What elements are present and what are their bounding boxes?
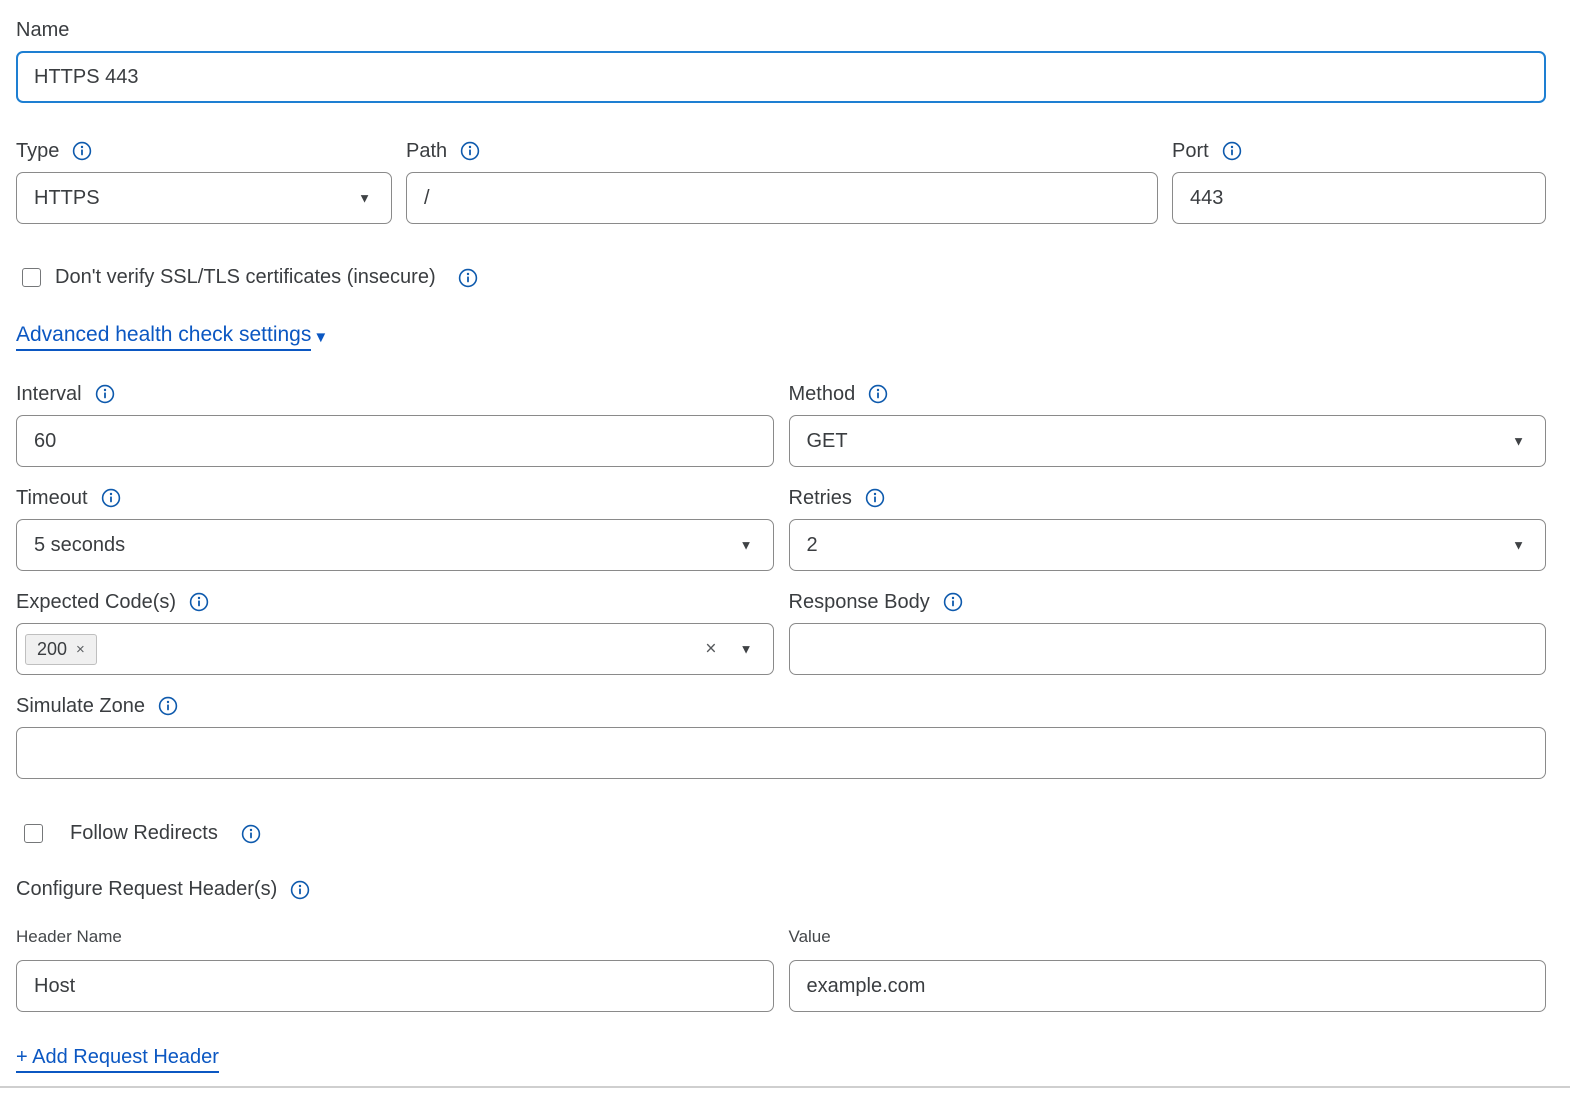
expected-codes-multiselect[interactable]: 200 × × ▼ — [16, 623, 774, 675]
path-label: Path — [406, 139, 447, 163]
header-name-input[interactable] — [16, 960, 774, 1012]
method-label: Method — [789, 382, 856, 406]
response-body-input[interactable] — [789, 623, 1547, 675]
ssl-verify-label: Don't verify SSL/TLS certificates (insec… — [55, 266, 436, 289]
name-input[interactable] — [16, 51, 1546, 103]
chevron-down-icon[interactable]: ▼ — [1512, 435, 1525, 448]
chevron-down-icon[interactable]: ▼ — [740, 539, 753, 552]
header-value-column-label: Value — [789, 927, 831, 947]
ssl-verify-info-icon[interactable] — [458, 268, 478, 288]
path-info-icon[interactable] — [460, 141, 480, 161]
port-label: Port — [1172, 139, 1209, 163]
ssl-verify-checkbox[interactable] — [22, 268, 41, 287]
type-select[interactable]: HTTPS ▼ — [16, 172, 392, 224]
retries-label: Retries — [789, 486, 852, 510]
request-headers-info-icon[interactable] — [290, 880, 310, 900]
simulate-zone-label: Simulate Zone — [16, 694, 145, 718]
header-name-column-label: Header Name — [16, 927, 122, 947]
type-select-value: HTTPS — [34, 187, 100, 210]
timeout-select-value: 5 seconds — [34, 534, 125, 557]
code-tag: 200 × — [25, 634, 97, 665]
method-select-value: GET — [807, 430, 848, 453]
simulate-zone-input[interactable] — [16, 727, 1546, 779]
retries-select[interactable]: 2 ▼ — [789, 519, 1547, 571]
interval-input[interactable] — [16, 415, 774, 467]
timeout-info-icon[interactable] — [101, 488, 121, 508]
codes-body-row: Expected Code(s) 200 × × ▼ Response Body — [16, 590, 1546, 675]
expected-codes-label: Expected Code(s) — [16, 590, 176, 614]
port-input[interactable] — [1172, 172, 1546, 224]
follow-redirects-info-icon[interactable] — [241, 824, 261, 844]
ssl-verify-checkbox-row: Don't verify SSL/TLS certificates (insec… — [22, 266, 1546, 289]
interval-method-row: Interval Method GET ▼ — [16, 382, 1546, 467]
remove-tag-icon[interactable]: × — [76, 642, 85, 657]
name-label: Name — [16, 18, 69, 42]
health-check-form: Name Type HTTPS ▼ Path — [0, 0, 1570, 1107]
retries-info-icon[interactable] — [865, 488, 885, 508]
type-path-port-row: Type HTTPS ▼ Path Port — [16, 139, 1546, 224]
advanced-settings-link-text: Advanced health check settings — [16, 323, 311, 351]
expected-codes-info-icon[interactable] — [189, 592, 209, 612]
method-info-icon[interactable] — [868, 384, 888, 404]
interval-info-icon[interactable] — [95, 384, 115, 404]
request-headers-section-title-row: Configure Request Header(s) — [16, 878, 1546, 901]
interval-label: Interval — [16, 382, 82, 406]
add-request-header-link-text: + Add Request Header — [16, 1046, 219, 1073]
follow-redirects-label: Follow Redirects — [70, 822, 218, 845]
advanced-settings-link[interactable]: Advanced health check settings ▼ — [16, 323, 328, 351]
code-tag-text: 200 — [37, 639, 67, 660]
simulate-zone-row: Simulate Zone — [16, 694, 1546, 779]
name-label-row: Name — [16, 18, 1546, 42]
chevron-down-icon[interactable]: ▼ — [358, 192, 371, 205]
response-body-info-icon[interactable] — [943, 592, 963, 612]
method-select[interactable]: GET ▼ — [789, 415, 1547, 467]
timeout-label: Timeout — [16, 486, 88, 510]
chevron-down-icon[interactable]: ▼ — [740, 643, 753, 656]
chevron-down-icon: ▼ — [313, 330, 328, 345]
type-label: Type — [16, 139, 59, 163]
chevron-down-icon[interactable]: ▼ — [1512, 539, 1525, 552]
simulate-zone-info-icon[interactable] — [158, 696, 178, 716]
request-header-row: Header Name Value — [16, 927, 1546, 1012]
header-value-input[interactable] — [789, 960, 1547, 1012]
section-divider — [0, 1086, 1570, 1088]
add-request-header-link[interactable]: + Add Request Header — [16, 1046, 219, 1073]
response-body-label: Response Body — [789, 590, 930, 614]
retries-select-value: 2 — [807, 534, 818, 557]
path-input[interactable] — [406, 172, 1158, 224]
timeout-select[interactable]: 5 seconds ▼ — [16, 519, 774, 571]
clear-all-icon[interactable]: × — [705, 640, 716, 659]
request-headers-section-title: Configure Request Header(s) — [16, 878, 277, 901]
timeout-retries-row: Timeout 5 seconds ▼ Retries 2 ▼ — [16, 486, 1546, 571]
port-info-icon[interactable] — [1222, 141, 1242, 161]
type-info-icon[interactable] — [72, 141, 92, 161]
follow-redirects-checkbox[interactable] — [24, 824, 43, 843]
follow-redirects-row: Follow Redirects — [24, 822, 1546, 845]
